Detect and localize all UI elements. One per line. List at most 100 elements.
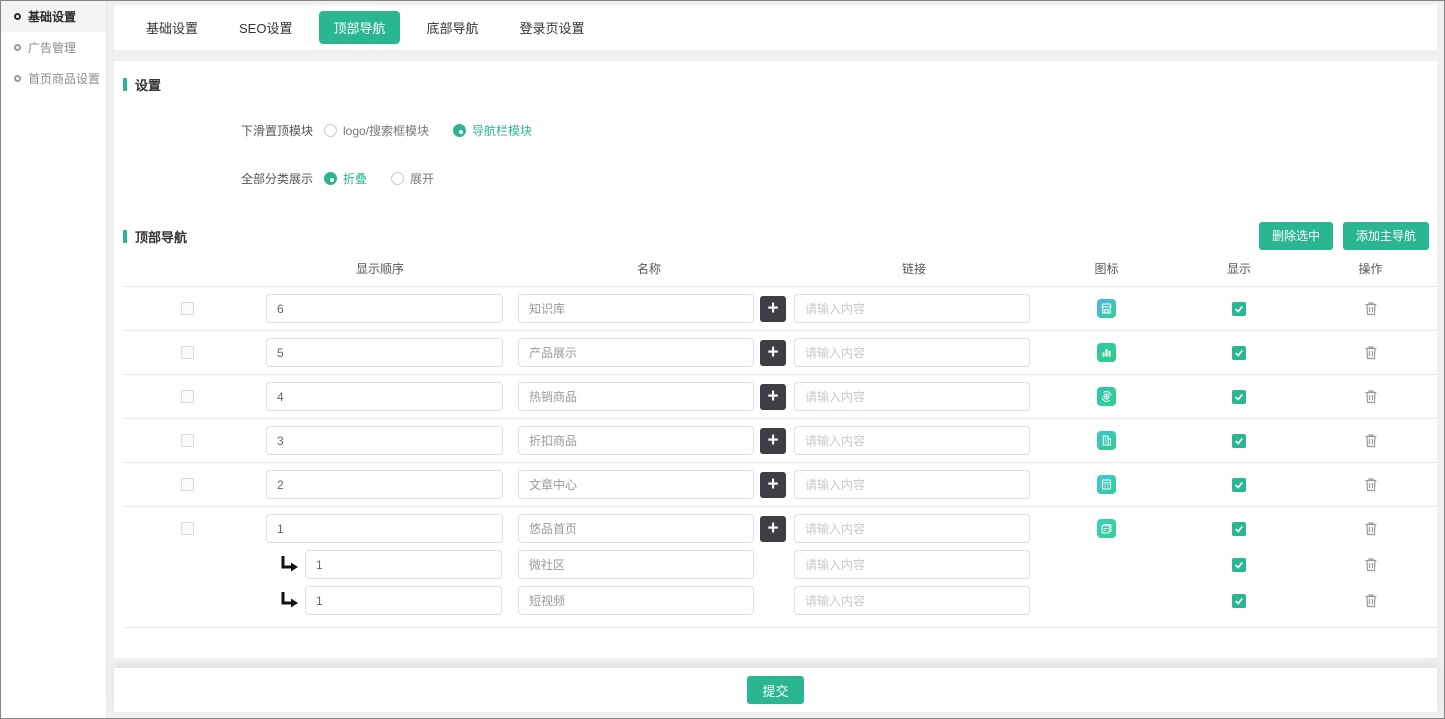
child-name-input[interactable] bbox=[518, 550, 754, 579]
row-select-checkbox[interactable] bbox=[181, 434, 194, 447]
radio-logo-search-module[interactable]: logo/搜索框模块 bbox=[324, 122, 429, 139]
tab-basic-settings[interactable]: 基础设置 bbox=[132, 11, 212, 44]
delete-row-icon[interactable] bbox=[1364, 301, 1378, 316]
order-input[interactable] bbox=[266, 470, 503, 499]
sidebar-item-ad-management[interactable]: 广告管理 bbox=[1, 32, 106, 63]
row-select-checkbox[interactable] bbox=[181, 522, 194, 535]
radio-icon bbox=[324, 124, 337, 137]
name-input[interactable] bbox=[518, 514, 754, 543]
building-icon[interactable] bbox=[1097, 431, 1116, 450]
delete-row-icon[interactable] bbox=[1364, 345, 1378, 360]
row-select-checkbox[interactable] bbox=[181, 478, 194, 491]
sync-globe-icon[interactable] bbox=[1097, 387, 1116, 406]
main-area: 基础设置 SEO设置 顶部导航 底部导航 登录页设置 设置 下滑置顶模块 log… bbox=[107, 1, 1444, 718]
visible-checkbox[interactable] bbox=[1232, 558, 1246, 572]
delete-row-icon[interactable] bbox=[1364, 389, 1378, 404]
table-subrow bbox=[123, 586, 1437, 615]
link-input[interactable] bbox=[794, 382, 1030, 411]
tab-seo-settings[interactable]: SEO设置 bbox=[225, 11, 306, 44]
visible-checkbox[interactable] bbox=[1232, 478, 1246, 492]
row-select-checkbox[interactable] bbox=[181, 302, 194, 315]
delete-row-icon[interactable] bbox=[1364, 557, 1378, 572]
name-input[interactable] bbox=[518, 382, 754, 411]
header-icon: 图标 bbox=[1039, 260, 1174, 277]
storefront-icon[interactable] bbox=[1097, 299, 1116, 318]
order-input[interactable] bbox=[266, 426, 503, 455]
child-link-input[interactable] bbox=[794, 586, 1030, 615]
title-bar-accent bbox=[123, 78, 127, 91]
header-visible: 显示 bbox=[1174, 260, 1304, 277]
child-link-input[interactable] bbox=[794, 550, 1030, 579]
content-panel: 设置 下滑置顶模块 logo/搜索框模块 导航栏模块 全部分类展示 bbox=[114, 61, 1437, 658]
delete-row-icon[interactable] bbox=[1364, 593, 1378, 608]
name-input[interactable] bbox=[518, 338, 754, 367]
radio-navbar-module[interactable]: 导航栏模块 bbox=[453, 122, 532, 139]
link-input[interactable] bbox=[794, 338, 1030, 367]
radio-icon bbox=[453, 124, 466, 137]
delete-row-icon[interactable] bbox=[1364, 521, 1378, 536]
order-input[interactable] bbox=[266, 338, 503, 367]
table-row: + bbox=[123, 514, 1437, 543]
add-main-nav-button[interactable]: 添加主导航 bbox=[1343, 222, 1429, 250]
radio-icon bbox=[391, 172, 404, 185]
visible-checkbox[interactable] bbox=[1232, 302, 1246, 316]
visible-checkbox[interactable] bbox=[1232, 346, 1246, 360]
order-input[interactable] bbox=[266, 294, 503, 323]
child-branch-arrow-icon bbox=[279, 556, 299, 573]
name-input[interactable] bbox=[518, 294, 754, 323]
tab-top-navigation[interactable]: 顶部导航 bbox=[319, 11, 399, 44]
sidebar: 基础设置 广告管理 首页商品设置 bbox=[1, 1, 107, 718]
link-input[interactable] bbox=[794, 514, 1030, 543]
bar-chart-icon[interactable] bbox=[1097, 343, 1116, 362]
name-input[interactable] bbox=[518, 470, 754, 499]
add-child-nav-button[interactable]: + bbox=[760, 296, 786, 322]
child-name-input[interactable] bbox=[518, 586, 754, 615]
add-child-nav-button[interactable]: + bbox=[760, 472, 786, 498]
app-window: 基础设置 广告管理 首页商品设置 基础设置 SEO设置 顶部导航 底部导航 登录… bbox=[0, 0, 1445, 719]
visible-checkbox[interactable] bbox=[1232, 594, 1246, 608]
pages-icon[interactable] bbox=[1097, 519, 1116, 538]
table-row: + bbox=[123, 330, 1437, 374]
radio-icon bbox=[324, 172, 337, 185]
form-row-category-display: 全部分类展示 折叠 展开 bbox=[235, 164, 1437, 193]
delete-selected-button[interactable]: 删除选中 bbox=[1259, 222, 1333, 250]
table-row-group: + bbox=[123, 506, 1437, 628]
child-order-input[interactable] bbox=[305, 550, 502, 579]
row-select-checkbox[interactable] bbox=[181, 390, 194, 403]
visible-checkbox[interactable] bbox=[1232, 390, 1246, 404]
add-child-nav-button[interactable]: + bbox=[760, 428, 786, 454]
top-nav-section-header: 顶部导航 删除选中 添加主导航 bbox=[123, 222, 1437, 250]
delete-row-icon[interactable] bbox=[1364, 433, 1378, 448]
radio-collapse[interactable]: 折叠 bbox=[324, 170, 367, 187]
order-input[interactable] bbox=[266, 382, 503, 411]
header-link: 链接 bbox=[789, 260, 1039, 277]
tab-bottom-navigation[interactable]: 底部导航 bbox=[413, 11, 493, 44]
sidebar-item-label: 基础设置 bbox=[28, 8, 76, 25]
footer-bar: 提交 bbox=[114, 668, 1437, 712]
visible-checkbox[interactable] bbox=[1232, 522, 1246, 536]
add-child-nav-button[interactable]: + bbox=[760, 384, 786, 410]
visible-checkbox[interactable] bbox=[1232, 434, 1246, 448]
child-order-input[interactable] bbox=[305, 586, 502, 615]
add-child-nav-button[interactable]: + bbox=[760, 340, 786, 366]
calculator-icon[interactable] bbox=[1097, 475, 1116, 494]
sidebar-item-home-goods[interactable]: 首页商品设置 bbox=[1, 63, 106, 94]
nav-actions: 删除选中 添加主导航 bbox=[1259, 222, 1429, 250]
table-subrow bbox=[123, 550, 1437, 579]
sidebar-item-basic-settings[interactable]: 基础设置 bbox=[1, 1, 106, 32]
order-input[interactable] bbox=[266, 514, 503, 543]
submit-button[interactable]: 提交 bbox=[747, 676, 803, 704]
header-display-order: 显示顺序 bbox=[251, 260, 509, 277]
delete-row-icon[interactable] bbox=[1364, 477, 1378, 492]
name-input[interactable] bbox=[518, 426, 754, 455]
radio-expand[interactable]: 展开 bbox=[391, 170, 434, 187]
add-child-nav-button[interactable]: + bbox=[760, 516, 786, 542]
link-input[interactable] bbox=[794, 426, 1030, 455]
link-input[interactable] bbox=[794, 294, 1030, 323]
row-select-checkbox[interactable] bbox=[181, 346, 194, 359]
radio-circle-icon bbox=[14, 44, 21, 51]
table-header: 显示顺序 名称 链接 图标 显示 操作 bbox=[123, 250, 1437, 286]
tab-login-page-settings[interactable]: 登录页设置 bbox=[506, 11, 599, 44]
link-input[interactable] bbox=[794, 470, 1030, 499]
table-row: + bbox=[123, 418, 1437, 462]
